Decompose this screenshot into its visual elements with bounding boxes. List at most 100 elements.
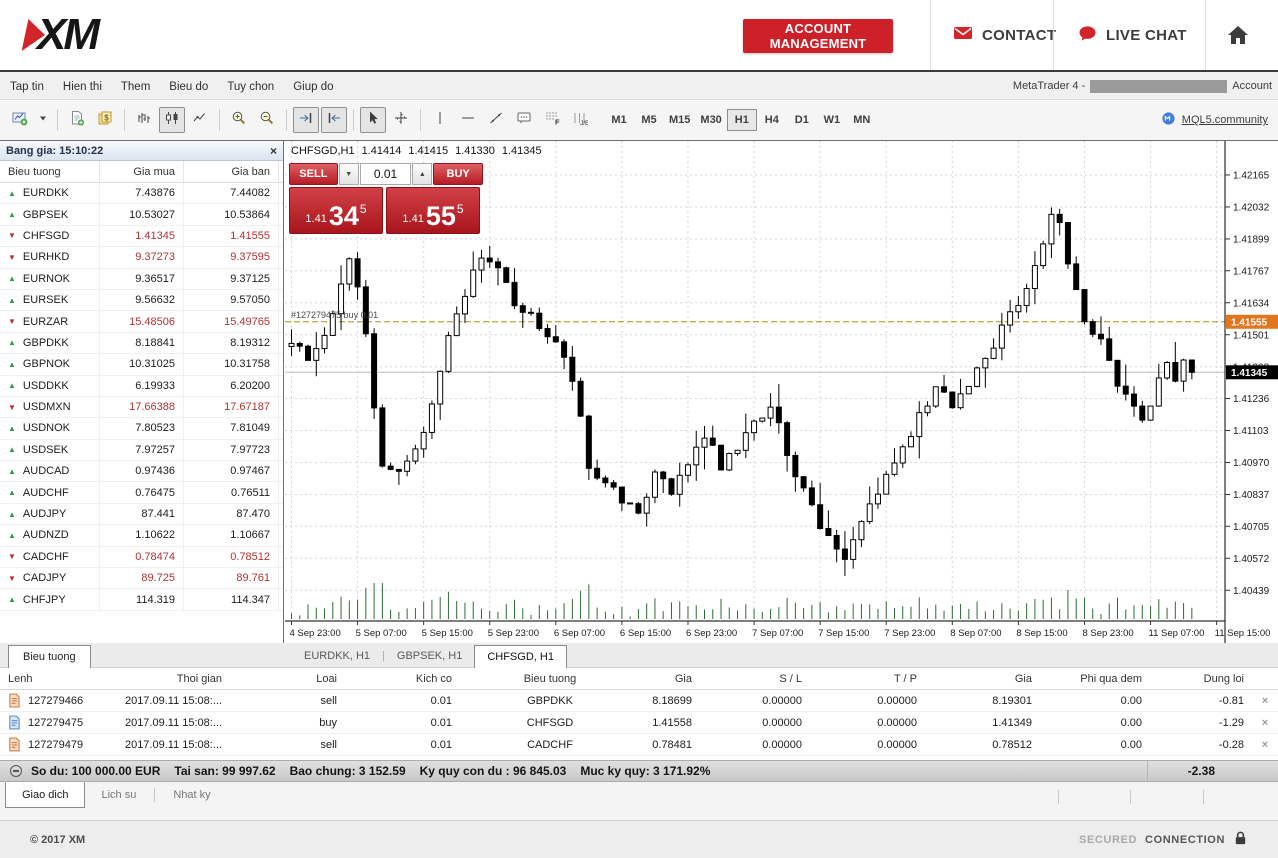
sell-price-button[interactable]: 1.41 34 5 [289,187,383,234]
mql5-community-link[interactable]: MQL5.community [1161,100,1268,140]
home-button[interactable] [1226,24,1250,51]
timeframe-d1[interactable]: D1 [787,109,817,131]
close-order-icon[interactable]: × [1252,712,1278,733]
close-order-icon[interactable]: × [1252,734,1278,755]
volume-input[interactable]: 0.01 [360,163,412,185]
menu-tuy-chon[interactable]: Tuy chon [227,81,274,93]
market-watch-close-icon[interactable]: × [270,145,277,157]
timeframe-w1[interactable]: W1 [817,109,847,131]
profiles-button[interactable]: $ [92,107,118,133]
market-watch-row[interactable]: ▲EURNOK9.365179.37125 [0,269,283,290]
market-watch-row[interactable]: ▼CADJPY89.72589.761 [0,568,283,589]
chart-tab-gbpsek[interactable]: GBPSEK, H1 [385,646,474,666]
xm-logo[interactable]: XM [25,10,97,60]
order-row[interactable]: 1272794792017.09.11 15:08:...sell0.01CAD… [0,734,1278,756]
chart-tab-eurdkk[interactable]: EURDKK, H1 [292,646,382,666]
terminal-tab-nhat-ky[interactable]: Nhat ky [157,782,226,808]
market-watch-row[interactable]: ▲EURDKK7.438767.44082 [0,183,283,204]
timeframe-h1[interactable]: H1 [727,109,757,131]
menu-hien-thi[interactable]: Hien thi [63,81,102,93]
market-watch-row[interactable]: ▲GBPDKK8.188418.19312 [0,333,283,354]
terminal-tab-giao-dich[interactable]: Giao dich [5,782,85,808]
timeframe-m5[interactable]: M5 [634,109,664,131]
terminal-column-4: Bieu tuong [460,668,640,689]
market-watch-row[interactable]: ▲EURSEK9.566329.57050 [0,290,283,311]
zoom-out-button[interactable] [254,107,280,133]
account-management-button[interactable]: ACCOUNT MANAGEMENT [743,19,893,53]
menu-tap-tin[interactable]: Tap tin [10,81,44,93]
symbol-cell: ▲GBPSEK [0,204,100,224]
cursor-button[interactable] [360,107,386,133]
market-watch-row[interactable]: ▲AUDNZD1.106221.10667 [0,525,283,546]
live-chat-link[interactable]: LIVE CHAT [1078,0,1187,70]
market-watch-row[interactable]: ▲AUDJPY87.44187.470 [0,504,283,525]
buy-button[interactable]: BUY [433,163,483,185]
order-row[interactable]: 1272794662017.09.11 15:08:...sell0.01GBP… [0,690,1278,712]
collapse-icon[interactable] [10,765,22,777]
timeframe-m15[interactable]: M15 [664,109,695,131]
close-order-icon[interactable]: × [1252,690,1278,711]
bid-cell: 9.56632 [100,290,184,310]
horizontal-line-button[interactable] [455,107,481,133]
vertical-line-button[interactable] [427,107,453,133]
market-watch-row[interactable]: ▲AUDCHF0.764750.76511 [0,482,283,503]
svg-text:1.41103: 1.41103 [1233,426,1269,437]
timeframe-h4[interactable]: H4 [757,109,787,131]
volume-increase-button[interactable]: ▲ [412,163,432,185]
timeframe-mn[interactable]: MN [847,109,877,131]
volume-decrease-button[interactable]: ▼ [339,163,359,185]
market-watch-row[interactable]: ▼USDMXN17.6638817.67187 [0,397,283,418]
fibonacci-button[interactable]: F [539,107,565,133]
svg-text:#127279475 buy 0.01: #127279475 buy 0.01 [291,310,378,320]
zoom-in-button[interactable] [226,107,252,133]
terminal-column-close [1252,668,1278,689]
new-chart-caret-button[interactable] [35,107,51,133]
chart-tab-chfsgd[interactable]: CHFSGD, H1 [474,645,567,668]
terminal-tab-lich-su[interactable]: Lich su [85,782,152,808]
terminal-column-10: Dung loi [1150,668,1252,689]
trendline-button[interactable] [483,107,509,133]
bar-chart-mode-button[interactable] [131,107,157,133]
down-arrow-icon: ▼ [8,231,16,240]
menu-them[interactable]: Them [121,81,150,93]
new-chart-button[interactable] [7,107,33,133]
chart-area[interactable]: 1.421651.420321.418991.417671.416341.415… [285,141,1278,644]
auto-scroll-button[interactable] [293,107,319,133]
market-watch-row[interactable]: ▼EURZAR15.4850615.49765 [0,311,283,332]
cycle-lines-button[interactable]: J/E [567,107,593,133]
symbol-cell: ▲AUDCAD [0,461,100,481]
sell-button[interactable]: SELL [289,163,338,185]
new-order-icon [69,110,85,131]
copyright: © 2017 XM [30,834,85,846]
bid-cell: 1.10622 [100,525,184,545]
contact-link[interactable]: CONTACT [953,0,1056,70]
menu-bieu-do[interactable]: Bieu do [169,81,208,93]
svg-text:1.41345: 1.41345 [1231,368,1268,379]
crosshair-button[interactable] [388,107,414,133]
market-watch-row[interactable]: ▲USDDKK6.199336.20200 [0,376,283,397]
market-watch-row[interactable]: ▲USDSEK7.972577.97723 [0,440,283,461]
menu-bar: Tap tin Hien thi Them Bieu do Tuy chon Giup d… [0,72,1278,100]
market-watch-row[interactable]: ▼CADCHF0.784740.78512 [0,547,283,568]
order-row[interactable]: 1272794752017.09.11 15:08:...buy0.01CHFS… [0,712,1278,734]
market-watch-tab[interactable]: Bieu tuong [8,645,91,668]
market-watch-row[interactable]: ▲CHFJPY114.319114.347 [0,589,283,610]
sell-order-icon [8,693,20,708]
line-chart-mode-button[interactable] [187,107,213,133]
market-watch-row[interactable]: ▼CHFSGD1.413451.41555 [0,226,283,247]
new-order-button[interactable] [64,107,90,133]
svg-text:7 Sep 07:00: 7 Sep 07:00 [752,628,803,639]
menu-giup-do[interactable]: Giup do [293,81,333,93]
text-label-button[interactable] [511,107,537,133]
market-watch-row[interactable]: ▼EURHKD9.372739.37595 [0,247,283,268]
up-arrow-icon: ▲ [8,189,16,198]
timeframe-m30[interactable]: M30 [695,109,726,131]
market-watch-row[interactable]: ▲GBPSEK10.5302710.53864 [0,204,283,225]
market-watch-row[interactable]: ▲USDNOK7.805237.81049 [0,418,283,439]
timeframe-m1[interactable]: M1 [604,109,634,131]
chart-shift-button[interactable] [321,107,347,133]
candlestick-mode-button[interactable] [159,107,185,133]
market-watch-row[interactable]: ▲GBPNOK10.3102510.31758 [0,354,283,375]
buy-price-button[interactable]: 1.41 55 5 [386,187,480,234]
market-watch-row[interactable]: ▲AUDCAD0.974360.97467 [0,461,283,482]
